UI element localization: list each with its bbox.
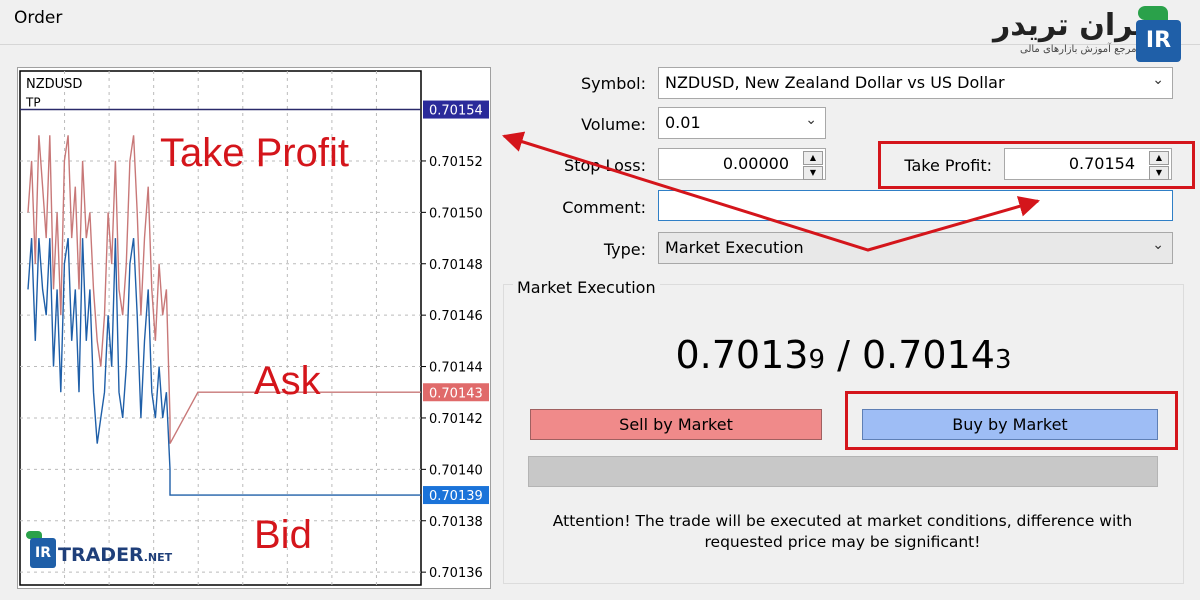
annotation-arrow: [501, 131, 1041, 252]
annotation-arrows: [501, 131, 1041, 252]
